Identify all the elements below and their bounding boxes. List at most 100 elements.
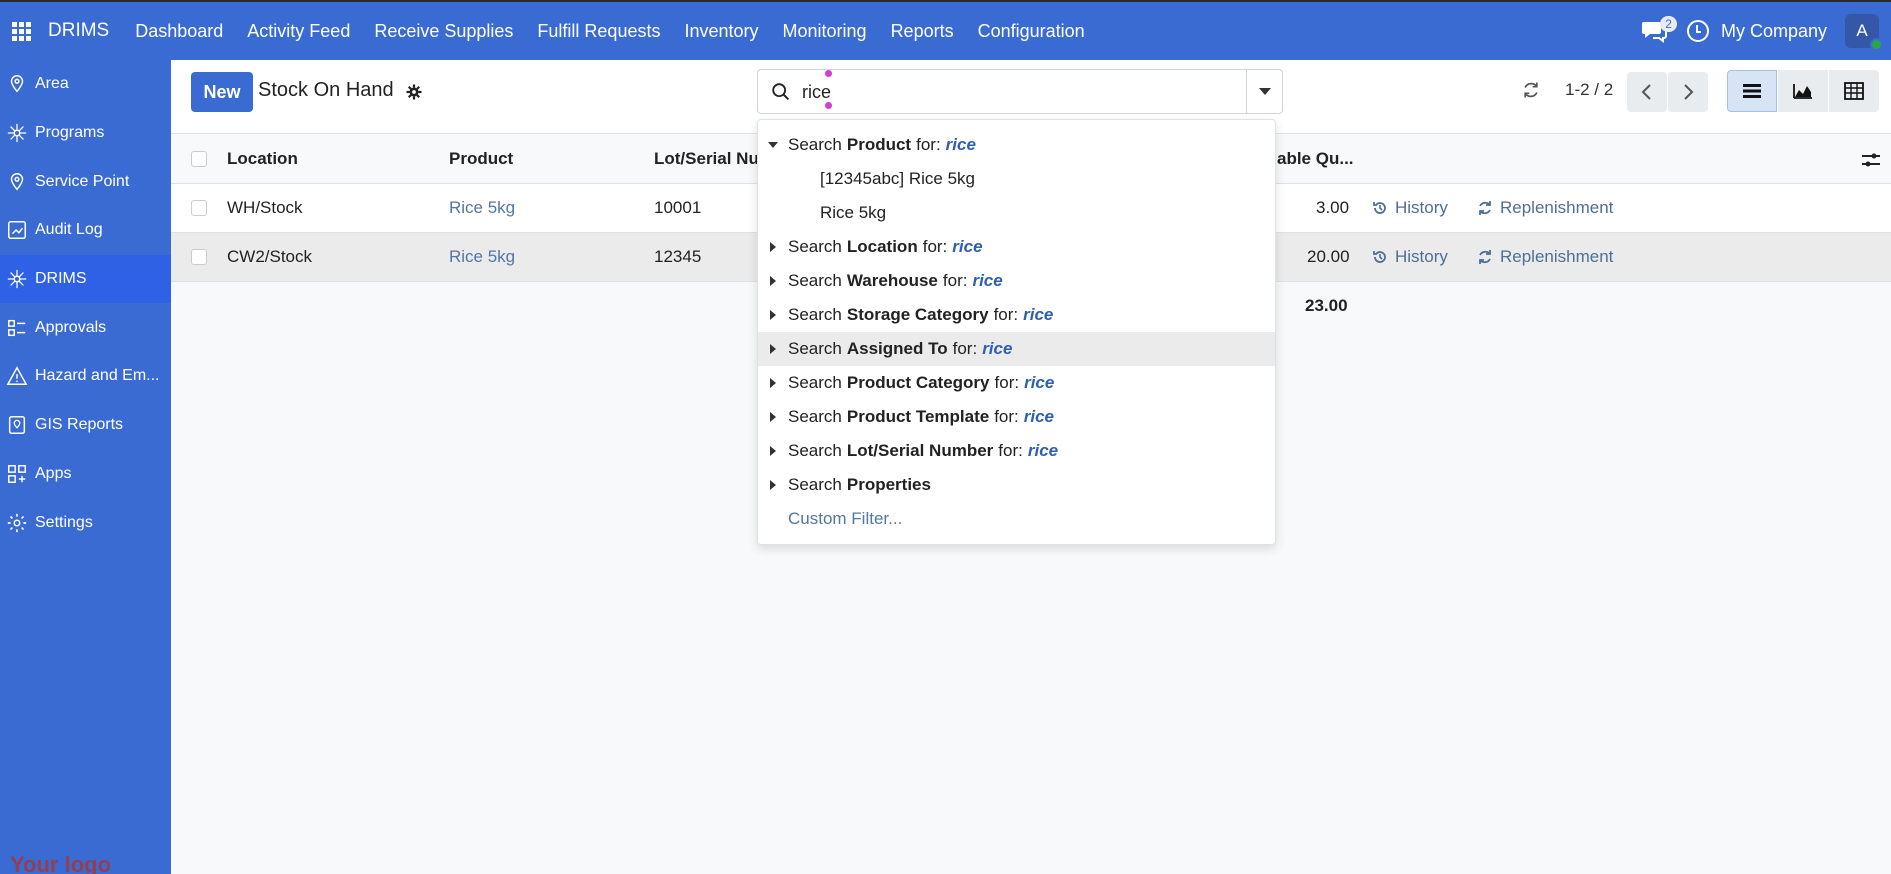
- menu-dashboard[interactable]: Dashboard: [135, 21, 223, 42]
- column-header-available-qty[interactable]: able Qu...: [1277, 134, 1354, 183]
- menu-activity-feed[interactable]: Activity Feed: [247, 21, 350, 42]
- sidebar-item-hazard[interactable]: Hazard and Em...: [0, 352, 171, 401]
- caret-right-icon[interactable]: [770, 446, 776, 456]
- list-view-button[interactable]: [1727, 70, 1777, 112]
- menu-receive-supplies[interactable]: Receive Supplies: [374, 21, 513, 42]
- search-lot-serial-option[interactable]: Search Lot/Serial Number for: rice: [758, 434, 1275, 468]
- search-input[interactable]: [802, 80, 1222, 104]
- column-options-icon[interactable]: [1861, 150, 1881, 170]
- search-assigned-to-option[interactable]: Search Assigned To for: rice: [758, 332, 1275, 366]
- sidebar-item-label: Programs: [35, 124, 105, 142]
- product-suggestion[interactable]: [12345abc] Rice 5kg: [758, 162, 1275, 196]
- sidebar-item-label: Apps: [35, 464, 72, 482]
- row-lot: 12345: [654, 247, 702, 266]
- search-product-option[interactable]: Search Product for: rice: [758, 128, 1275, 162]
- app-brand[interactable]: DRIMS: [48, 20, 109, 42]
- list-view-icon: [1743, 84, 1761, 98]
- row-product-link[interactable]: Rice 5kg: [449, 233, 515, 281]
- chevron-left-icon: [1641, 84, 1651, 100]
- replenishment-button[interactable]: Replenishment: [1477, 184, 1613, 232]
- sidebar-item-label: Service Point: [35, 172, 130, 190]
- pager-value[interactable]: 1-2 / 2: [1565, 80, 1613, 100]
- caret-right-icon[interactable]: [770, 310, 776, 320]
- apps-icon: [8, 464, 26, 483]
- row-available-qty: 20.00: [1307, 247, 1350, 266]
- sidebar-item-approvals[interactable]: Approvals: [0, 303, 171, 352]
- sidebar: Area Programs Service Point Audit Log DR…: [0, 60, 171, 874]
- column-header-product[interactable]: Product: [449, 134, 513, 183]
- select-all-checkbox[interactable]: [191, 150, 207, 167]
- row-checkbox[interactable]: [191, 200, 207, 216]
- network-icon: [7, 123, 27, 143]
- row-checkbox[interactable]: [191, 249, 207, 265]
- search-warehouse-option[interactable]: Search Warehouse for: rice: [758, 264, 1275, 298]
- new-button[interactable]: New: [191, 72, 253, 112]
- pager-previous-button[interactable]: [1627, 72, 1667, 112]
- sidebar-item-label: Approvals: [35, 318, 107, 336]
- column-header-lot[interactable]: Lot/Serial Nu: [654, 134, 759, 183]
- history-label: History: [1395, 247, 1448, 266]
- search-properties-option[interactable]: Search Properties: [758, 468, 1275, 502]
- replenishment-button[interactable]: Replenishment: [1477, 233, 1613, 281]
- caret-down-icon[interactable]: [768, 142, 778, 148]
- sidebar-item-programs[interactable]: Programs: [0, 109, 171, 158]
- pivot-view-button[interactable]: [1829, 70, 1879, 112]
- search-location-option[interactable]: Search Location for: rice: [758, 230, 1275, 264]
- history-button[interactable]: History: [1372, 233, 1448, 281]
- map-pin-icon: [10, 172, 24, 191]
- company-logo: Your logo: [10, 852, 112, 874]
- menu-reports[interactable]: Reports: [891, 21, 954, 42]
- caret-right-icon[interactable]: [770, 480, 776, 490]
- row-product-link[interactable]: Rice 5kg: [449, 184, 515, 232]
- custom-filter-link[interactable]: Custom Filter...: [758, 502, 1275, 536]
- caret-right-icon[interactable]: [770, 276, 776, 286]
- page-title[interactable]: Stock On Hand: [258, 79, 394, 102]
- refresh-icon[interactable]: [1521, 80, 1541, 100]
- map-pin-icon: [10, 75, 24, 93]
- menu-fulfill-requests[interactable]: Fulfill Requests: [537, 21, 660, 42]
- sidebar-item-area[interactable]: Area: [0, 60, 171, 109]
- sidebar-item-audit-log[interactable]: Audit Log: [0, 206, 171, 255]
- caret-down-icon: [1258, 88, 1271, 95]
- online-status-dot: [1870, 38, 1883, 51]
- sidebar-item-drims[interactable]: DRIMS: [0, 254, 171, 304]
- network-icon: [7, 269, 27, 289]
- menu-monitoring[interactable]: Monitoring: [783, 21, 867, 42]
- sidebar-item-apps[interactable]: Apps: [0, 450, 171, 499]
- company-switcher[interactable]: My Company: [1721, 21, 1827, 42]
- chat-icon[interactable]: 2: [1639, 16, 1677, 46]
- search-product-template-option[interactable]: Search Product Template for: rice: [758, 400, 1275, 434]
- sidebar-item-label: Audit Log: [35, 221, 103, 239]
- top-navbar: DRIMS Dashboard Activity Feed Receive Su…: [0, 0, 1891, 60]
- history-button[interactable]: History: [1372, 184, 1448, 232]
- search-bar[interactable]: [757, 69, 1283, 114]
- search-product-category-option[interactable]: Search Product Category for: rice: [758, 366, 1275, 400]
- graph-view-button[interactable]: [1778, 70, 1828, 112]
- apps-grid-icon[interactable]: [0, 1, 36, 61]
- sidebar-item-service-point[interactable]: Service Point: [0, 157, 171, 206]
- menu-configuration[interactable]: Configuration: [978, 21, 1085, 42]
- caret-right-icon[interactable]: [770, 412, 776, 422]
- sidebar-item-settings[interactable]: Settings: [0, 498, 171, 547]
- search-storage-category-option[interactable]: Search Storage Category for: rice: [758, 298, 1275, 332]
- pager-next-button[interactable]: [1668, 72, 1708, 112]
- gear-icon[interactable]: [405, 83, 423, 101]
- sidebar-item-label: Hazard and Em...: [35, 367, 160, 385]
- sidebar-item-label: Settings: [35, 513, 93, 531]
- table-grid-icon: [1844, 82, 1864, 100]
- row-available-qty: 3.00: [1316, 198, 1350, 217]
- caret-right-icon[interactable]: [770, 344, 776, 354]
- area-chart-icon: [1793, 84, 1812, 99]
- column-header-location[interactable]: Location: [227, 134, 298, 183]
- caret-right-icon[interactable]: [770, 242, 776, 252]
- product-suggestion[interactable]: Rice 5kg: [758, 196, 1275, 230]
- clock-icon[interactable]: [1686, 20, 1709, 42]
- search-options-toggle[interactable]: [1246, 70, 1282, 113]
- menu-inventory[interactable]: Inventory: [684, 21, 758, 42]
- refresh-icon: [1479, 201, 1491, 215]
- sidebar-item-gis-reports[interactable]: GIS Reports: [0, 401, 171, 450]
- user-avatar[interactable]: A: [1845, 14, 1883, 51]
- search-autocomplete-dropdown: Search Product for: rice [12345abc] Rice 5k…: [757, 119, 1276, 545]
- history-icon: [1373, 251, 1386, 263]
- caret-right-icon[interactable]: [770, 378, 776, 388]
